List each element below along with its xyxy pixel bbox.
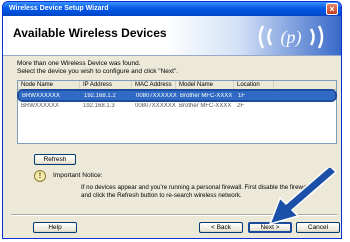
column-location[interactable]: Location (234, 81, 274, 89)
cell-ip-address: 192.168.1.2 (84, 92, 116, 99)
pointer-arrow-icon (268, 168, 338, 226)
device-list[interactable]: Node Name IP Address MAC Address Model N… (17, 80, 337, 144)
cell-location: 2F (237, 102, 245, 109)
column-model-name[interactable]: Model Name (176, 81, 234, 89)
instruction-line: More than one Wireless Device was found. (17, 60, 141, 67)
refresh-button[interactable]: Refresh (34, 154, 76, 165)
cell-mac-address: 00807XXXXXX (135, 102, 176, 109)
device-row[interactable]: BRWXXXXXX 192.168.1.3 00807XXXXXX Brothe… (18, 101, 336, 110)
close-icon[interactable]: × (326, 3, 338, 15)
page-title: Available Wireless Devices (13, 26, 167, 40)
cell-ip-address: 192.168.1.3 (83, 102, 115, 109)
instructions: More than one Wireless Device was found.… (17, 60, 337, 76)
title-bar: Wireless Device Setup Wizard × (3, 2, 341, 16)
info-icon: ! (34, 170, 46, 182)
column-node-name[interactable]: Node Name (18, 81, 80, 89)
cell-location: 1F (238, 92, 246, 99)
list-header: Node Name IP Address MAC Address Model N… (18, 81, 336, 90)
svg-text:(p): (p) (281, 27, 302, 48)
header-banner: Available Wireless Devices (p) (3, 16, 341, 56)
cell-node-name: BRWXXXXXX (21, 102, 59, 109)
window-title: Wireless Device Setup Wizard (9, 5, 109, 12)
cell-node-name: BRWXXXXXX (22, 92, 60, 99)
device-row[interactable]: BRWXXXXXX 192.168.1.2 00807XXXXXX Brothe… (17, 89, 337, 102)
cell-model-name: Brother MFC-XXXX (179, 102, 232, 109)
notice-title: Important Notice: (53, 172, 103, 179)
column-filler (274, 81, 336, 89)
back-button[interactable]: < Back (199, 222, 243, 233)
column-mac-address[interactable]: MAC Address (132, 81, 176, 89)
instruction-line: Select the device you wish to configure … (17, 68, 179, 75)
cell-model-name: Brother MFC-XXXX (180, 92, 233, 99)
help-button[interactable]: Help (33, 222, 77, 233)
cell-mac-address: 00807XXXXXX (136, 92, 177, 99)
wireless-logo-icon: (p) (258, 25, 324, 49)
column-ip-address[interactable]: IP Address (80, 81, 132, 89)
